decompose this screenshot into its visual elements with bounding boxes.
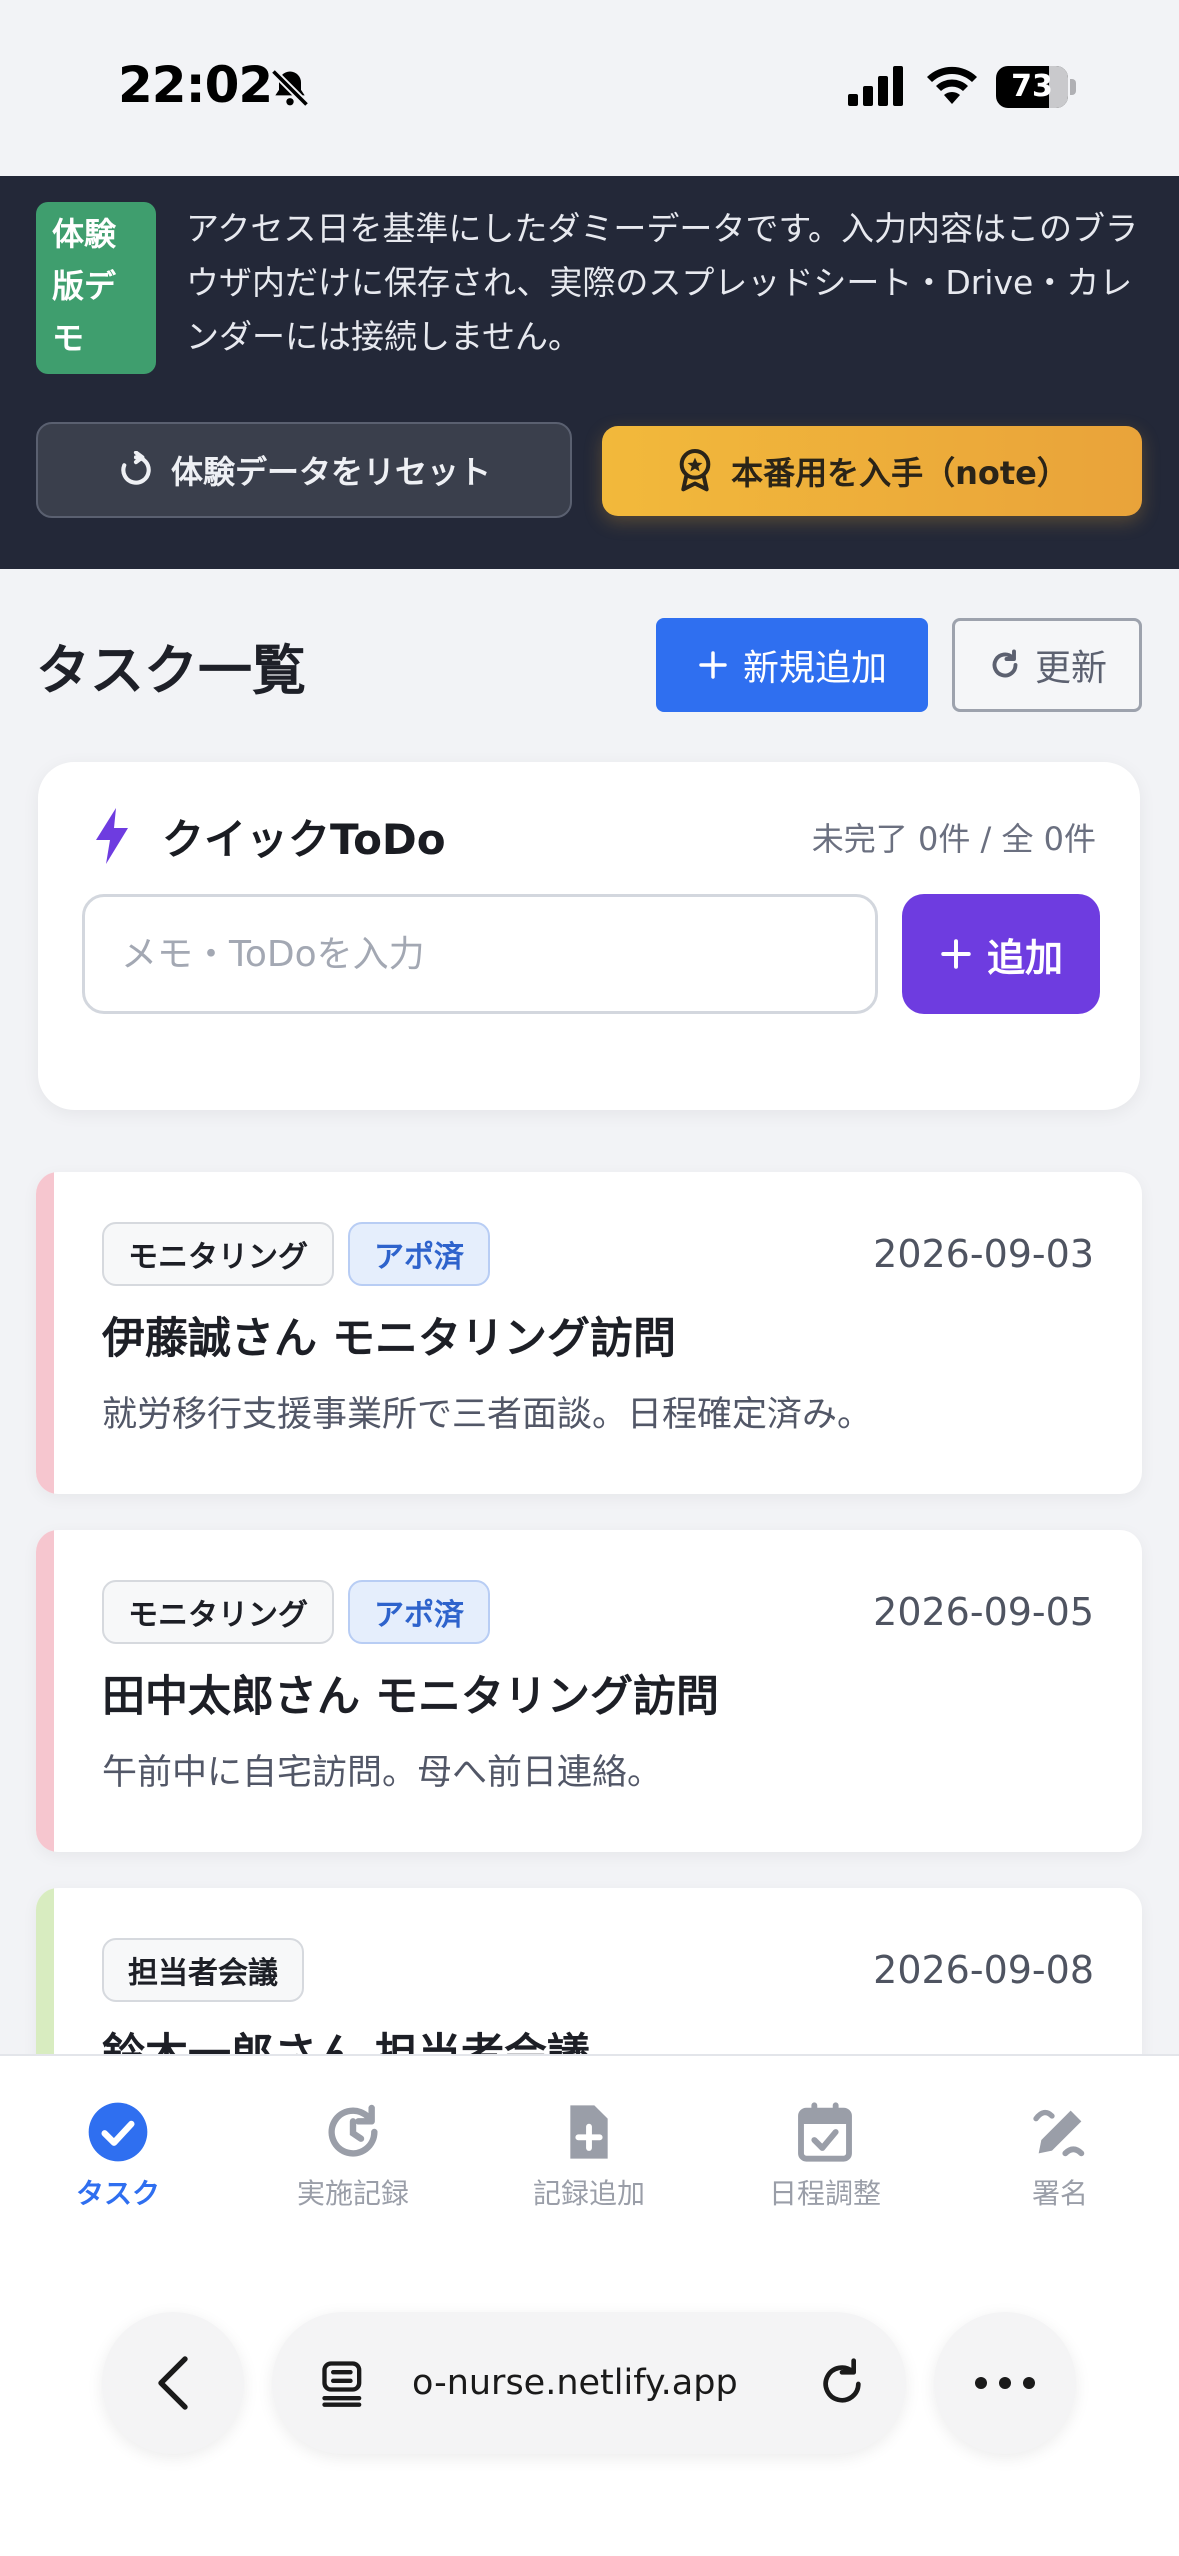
more-dots-icon [975, 2377, 1035, 2389]
bell-off-icon [270, 68, 310, 108]
signature-icon [1033, 2109, 1085, 2157]
cellular-signal-icon [848, 66, 903, 106]
tab-overview-icon [322, 2361, 362, 2407]
task-title: 田中太郎さん モニタリング訪問 [102, 1672, 719, 1722]
address-bar-url: o-nurse.netlify.app [412, 2363, 738, 2403]
category-tag: 担当者会議 [102, 1938, 304, 2002]
add-todo-button[interactable]: 追加 [902, 894, 1100, 1014]
reset-icon [121, 451, 151, 485]
lightning-icon [96, 808, 128, 864]
status-badge: アポ済 [348, 1580, 490, 1644]
demo-badge: 体験版デモ [36, 202, 156, 374]
demo-banner: 体験版デモ アクセス日を基準にしたダミーデータです。入力内容はこのブラウザ内だけ… [0, 176, 1179, 569]
file-plus-icon [570, 2105, 608, 2159]
quick-todo-title: クイックToDo [162, 815, 446, 864]
nav-tab-signature[interactable]: 署名 [970, 2100, 1150, 2212]
refresh-label: 更新 [1034, 648, 1107, 689]
browser-more-button[interactable] [934, 2312, 1076, 2454]
quick-todo-count: 未完了 0件 / 全 0件 [811, 820, 1096, 858]
address-bar[interactable]: o-nurse.netlify.app [272, 2312, 906, 2454]
new-task-button[interactable]: 新規追加 [656, 618, 928, 712]
battery-percent: 73 [1011, 69, 1053, 104]
plus-icon [941, 939, 971, 969]
history-icon [328, 2104, 378, 2157]
add-todo-label: 追加 [986, 935, 1063, 980]
status-time: 22:02 [118, 56, 273, 114]
status-badge: アポ済 [348, 1222, 490, 1286]
task-card[interactable]: モニタリング アポ済 2026-09-05 田中太郎さん モニタリング訪問 午前… [36, 1530, 1142, 1852]
reset-demo-button[interactable]: 体験データをリセット [36, 422, 572, 518]
chevron-left-icon [158, 2356, 188, 2410]
task-card[interactable]: モニタリング アポ済 2026-09-03 伊藤誠さん モニタリング訪問 就労移… [36, 1172, 1142, 1494]
battery-indicator: 73 [996, 66, 1076, 108]
award-icon [679, 449, 711, 492]
wifi-icon [927, 66, 977, 104]
browser-back-button[interactable] [102, 2312, 244, 2454]
plus-icon [699, 651, 727, 679]
task-date: 2026-09-03 [873, 1232, 1094, 1276]
nav-tab-label: 日程調整 [768, 2177, 881, 2210]
task-date: 2026-09-05 [873, 1590, 1094, 1634]
calendar-check-icon [798, 2102, 852, 2162]
app-screen: 22:02 73 体験版デモ アクセス日を基準にしたダミーデータです。入力内容は… [0, 0, 1179, 2556]
nav-tab-records[interactable]: 実施記録 [263, 2100, 443, 2212]
nav-tab-label: 記録追加 [532, 2177, 645, 2210]
category-tag: モニタリング [102, 1580, 334, 1644]
task-title: 伊藤誠さん モニタリング訪問 [102, 1314, 676, 1364]
task-accent-bar [36, 1172, 54, 1494]
get-production-label: 本番用を入手（note） [731, 454, 1069, 492]
nav-tab-label: タスク [75, 2177, 160, 2210]
refresh-button[interactable]: 更新 [952, 618, 1142, 712]
quick-todo-card: クイックToDo 未完了 0件 / 全 0件 追加 [38, 762, 1140, 1110]
nav-tab-label: 署名 [1031, 2177, 1088, 2210]
new-task-label: 新規追加 [742, 648, 887, 689]
reload-icon[interactable] [814, 2356, 870, 2412]
nav-tab-tasks[interactable]: タスク [28, 2100, 208, 2212]
status-bar: 22:02 73 [0, 0, 1179, 176]
reset-demo-label: 体験データをリセット [170, 453, 491, 491]
nav-tab-label: 実施記録 [296, 2177, 409, 2210]
demo-message: アクセス日を基準にしたダミーデータです。入力内容はこのブラウザ内だけに保存され、… [186, 209, 1139, 356]
bottom-nav: タスク 実施記録 記録追加 日程調整 署名 [0, 2054, 1179, 2234]
task-note: 就労移行支援事業所で三者面談。日程確定済み。 [102, 1395, 873, 1435]
nav-tab-schedule[interactable]: 日程調整 [735, 2100, 915, 2212]
check-circle-icon [88, 2102, 148, 2162]
nav-tab-add-record[interactable]: 記録追加 [499, 2100, 679, 2212]
refresh-icon [992, 649, 1018, 678]
task-note: 午前中に自宅訪問。母へ前日連絡。 [102, 1753, 663, 1793]
task-accent-bar [36, 1530, 54, 1852]
task-date: 2026-09-08 [873, 1948, 1094, 1992]
get-production-button[interactable]: 本番用を入手（note） [602, 426, 1142, 516]
browser-toolbar: o-nurse.netlify.app [0, 2234, 1179, 2556]
quick-todo-input[interactable] [82, 894, 878, 1014]
category-tag: モニタリング [102, 1222, 334, 1286]
page-title: タスク一覧 [36, 639, 306, 702]
